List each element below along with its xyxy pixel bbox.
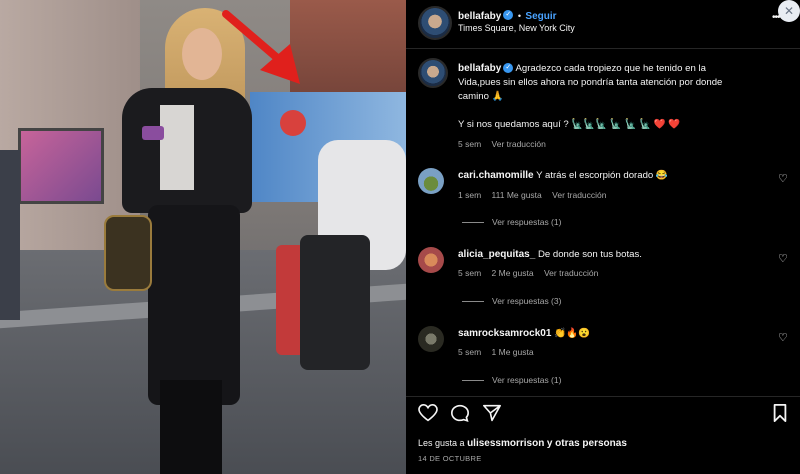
comment: samrocksamrock01 👏🔥😮 — [458, 327, 590, 340]
avatar[interactable] — [418, 247, 444, 273]
heart-icon[interactable]: ♡ — [778, 252, 788, 265]
avatar[interactable] — [418, 326, 444, 352]
comment-time: 1 sem — [458, 190, 482, 200]
woman-boots — [160, 380, 222, 474]
caption-line: Vida,pues sin ellos ahora no pondría tan… — [458, 77, 723, 88]
like-heart-icon[interactable] — [418, 404, 438, 422]
likes-summary: Les gusta a ulisessmorrison y otras pers… — [418, 438, 627, 449]
separator: • — [517, 11, 521, 21]
post-location[interactable]: Times Square, New York City — [458, 23, 575, 33]
caption-line: Y si nos quedamos aquí ? 🗽🗽🗽 🗽 🗽 🗽 ❤️ ❤️ — [458, 119, 681, 130]
share-icon[interactable] — [482, 404, 502, 422]
woman-face — [182, 28, 222, 80]
post-side-panel: ✕ bellafaby ✓ • Seguir Times Square, New … — [406, 0, 800, 474]
post-photo[interactable] — [0, 0, 406, 474]
comment-meta: 5 sem 1 Me gusta — [458, 347, 534, 357]
caption: bellafaby ✓ Agradezco cada tropiezo que h… — [458, 62, 706, 75]
caption-line: camino 🙏 — [458, 91, 504, 102]
others-link[interactable]: y otras personas — [547, 438, 627, 449]
comment-meta: 1 sem 111 Me gusta Ver traducción — [458, 190, 607, 200]
woman-legs — [148, 205, 240, 405]
verified-icon: ✓ — [503, 63, 514, 74]
avatar[interactable] — [418, 6, 452, 40]
comment-text: De donde son tus botas. — [537, 249, 642, 260]
caption-username[interactable]: bellafaby — [458, 63, 501, 74]
bookmark-icon[interactable] — [772, 404, 788, 422]
heart-icon[interactable]: ♡ — [778, 172, 788, 185]
divider — [406, 396, 800, 397]
comment-likes[interactable]: 1 Me gusta — [492, 347, 534, 357]
comment-time: 5 sem — [458, 268, 482, 278]
follow-button[interactable]: Seguir — [525, 11, 556, 22]
heart-icon[interactable]: ♡ — [778, 331, 788, 344]
view-replies[interactable]: Ver respuestas (3) — [462, 296, 561, 306]
avatar[interactable] — [418, 168, 444, 194]
phone — [142, 126, 164, 140]
comment-username[interactable]: samrocksamrock01 — [458, 328, 551, 339]
comment: alicia_pequitas_ De donde son tus botas. — [458, 248, 642, 261]
divider — [406, 48, 800, 49]
woman-top — [160, 105, 194, 190]
comment: cari.chamomille Y atrás el escorpión dor… — [458, 169, 668, 182]
post-header: bellafaby ✓ • Seguir — [458, 6, 557, 24]
comment-username[interactable]: cari.chamomille — [458, 170, 534, 181]
liker-username[interactable]: ulisessmorrison — [467, 438, 544, 449]
storefront-sign — [18, 128, 104, 204]
post-date: 14 DE OCTUBRE — [418, 454, 482, 463]
comment-time: 5 sem — [458, 347, 482, 357]
avatar[interactable] — [418, 58, 448, 88]
comment-meta: 5 sem 2 Me gusta Ver traducción — [458, 268, 598, 278]
comment-icon[interactable] — [450, 404, 470, 422]
view-replies[interactable]: Ver respuestas (1) — [462, 217, 561, 227]
comment-text: 👏🔥😮 — [554, 328, 590, 339]
comment-likes[interactable]: 111 Me gusta — [492, 190, 542, 200]
translate-link[interactable]: Ver traducción — [544, 268, 598, 278]
view-replies[interactable]: Ver respuestas (1) — [462, 375, 561, 385]
translate-link[interactable]: Ver traducción — [492, 139, 546, 149]
caption-time: 5 sem — [458, 139, 482, 149]
caption-line: Agradezco cada tropiezo que he tenido en… — [515, 63, 706, 74]
comment-text: Y atrás el escorpión dorado 😂 — [536, 170, 668, 181]
comment-likes[interactable]: 2 Me gusta — [492, 268, 534, 278]
handbag — [104, 215, 152, 291]
post-username[interactable]: bellafaby — [458, 11, 501, 22]
comment-username[interactable]: alicia_pequitas_ — [458, 249, 535, 260]
caption-meta: 5 sem Ver traducción — [458, 139, 546, 149]
translate-link[interactable]: Ver traducción — [552, 190, 606, 200]
more-options-icon[interactable]: ••• — [772, 12, 780, 23]
black-suitcase — [300, 235, 370, 370]
red-arrow-icon — [222, 10, 300, 84]
background-person — [0, 150, 20, 320]
verified-icon: ✓ — [503, 9, 514, 20]
close-icon[interactable]: ✕ — [778, 0, 800, 22]
